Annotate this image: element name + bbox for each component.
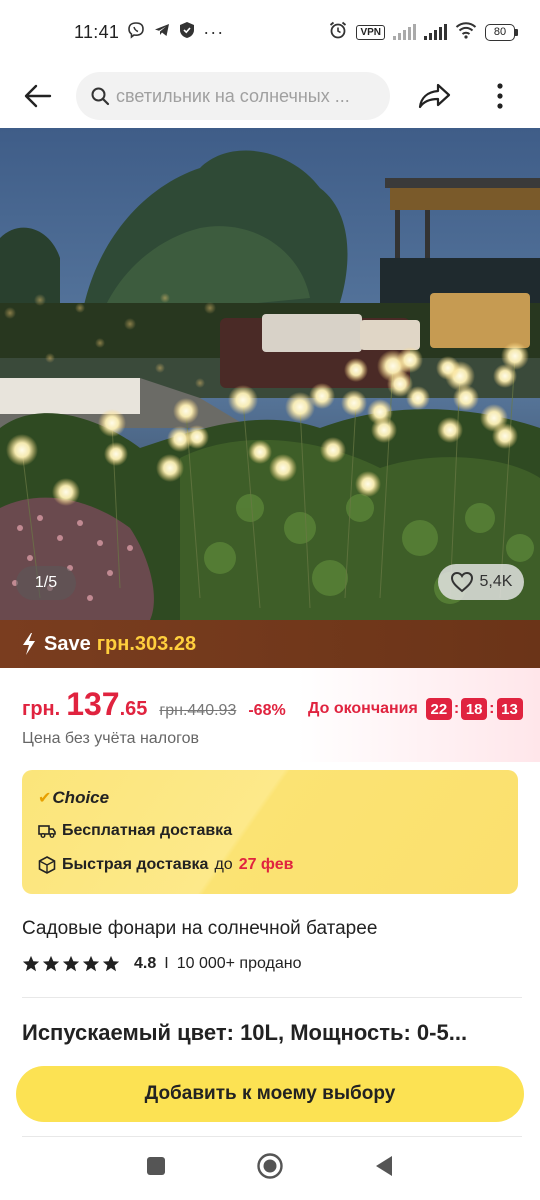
share-icon [418, 83, 451, 109]
countdown-label: До окончания [308, 700, 418, 717]
system-nav-bar [0, 1136, 540, 1200]
wifi-icon [455, 21, 477, 44]
divider [22, 997, 522, 998]
fast-delivery-text: Быстрая доставка [62, 856, 209, 873]
status-left: 11:41 ··· [74, 21, 224, 43]
add-to-choice-button[interactable]: Добавить к моему выбору [16, 1066, 524, 1122]
system-back-button[interactable] [373, 1154, 395, 1183]
rating-separator: I [164, 955, 169, 972]
alarm-icon [328, 20, 348, 45]
star-icon [62, 955, 80, 972]
save-label: Save [44, 632, 91, 655]
status-right: VPN 80 [328, 20, 518, 45]
tax-note: Цена без учёта налогов [22, 730, 199, 747]
sold-count: 10 000+ продано [176, 955, 302, 972]
countdown-hours: 22 [425, 698, 452, 720]
product-image-carousel[interactable]: 1/5 5,4K [0, 128, 540, 620]
star-icon [42, 955, 60, 972]
shield-icon [179, 21, 195, 43]
recents-button[interactable] [145, 1155, 167, 1182]
choice-title: ✔ Choice [38, 788, 109, 808]
kebab-menu-icon [497, 83, 503, 109]
save-amount: грн.303.28 [96, 632, 197, 655]
signal-1-icon [393, 24, 416, 40]
signal-2-icon [424, 24, 447, 40]
battery-icon: 80 [485, 23, 518, 41]
price-section: грн. 137 .65 грн.440.93 -68% До окончани… [0, 668, 540, 762]
search-placeholder: светильник на солнечных ... [116, 85, 350, 106]
telegram-icon [153, 21, 171, 43]
star-icon [82, 955, 100, 972]
arrow-left-icon [24, 84, 52, 108]
image-page-indicator: 1/5 [16, 566, 76, 600]
price-main: 137 [66, 686, 120, 722]
star-icon [22, 955, 40, 972]
likes-count: 5,4K [479, 573, 513, 590]
price-line: грн. 137 .65 грн.440.93 -68% [22, 686, 286, 723]
status-bar: 11:41 ··· VPN 80 [0, 0, 540, 64]
more-dots-icon: ··· [203, 21, 225, 42]
countdown-seconds: 13 [496, 698, 523, 720]
truck-icon [38, 825, 56, 838]
home-button[interactable] [256, 1152, 284, 1185]
viber-icon [127, 21, 145, 43]
rating-row[interactable]: 4.8 I 10 000+ продано [22, 955, 302, 973]
product-photo [0, 128, 540, 620]
old-price: грн.440.93 [159, 702, 237, 719]
choice-label: Choice [52, 788, 110, 807]
fast-delivery-mid: до [214, 856, 233, 873]
star-icon [102, 955, 120, 972]
discount-badge: -68% [248, 702, 286, 719]
check-icon: ✔ [38, 790, 52, 807]
fast-delivery-date: 27 фев [238, 856, 294, 873]
save-banner: Save грн.303.28 [0, 620, 540, 668]
circle-icon [257, 1152, 283, 1179]
rating-value: 4.8 [134, 955, 157, 972]
back-button[interactable] [0, 64, 76, 128]
share-button[interactable] [390, 64, 480, 128]
wishlist-button[interactable]: 5,4K [438, 564, 524, 600]
free-shipping-row: Бесплатная доставка [38, 822, 232, 840]
countdown-timer: До окончания 22 : 18 : 13 [308, 698, 523, 720]
flash-icon [23, 633, 35, 655]
heart-icon [450, 571, 473, 593]
price-currency: грн. [22, 698, 61, 720]
fast-delivery-row: Быстрая доставка до 27 фев [38, 856, 293, 874]
triangle-back-icon [376, 1155, 393, 1176]
more-options-button[interactable] [480, 64, 520, 128]
status-time: 11:41 [74, 21, 120, 42]
countdown-minutes: 18 [461, 698, 488, 720]
search-input[interactable]: светильник на солнечных ... [76, 72, 390, 120]
battery-level: 80 [485, 23, 515, 41]
free-shipping-text: Бесплатная доставка [62, 822, 233, 839]
rating-stars [22, 955, 120, 973]
choice-card[interactable]: ✔ Choice Бесплатная доставка Быстрая дос… [22, 770, 518, 894]
price-decimals: .65 [119, 698, 148, 720]
box-icon [38, 856, 56, 874]
top-nav: светильник на солнечных ... [0, 64, 540, 128]
product-title[interactable]: Садовые фонари на солнечной батарее [22, 918, 377, 940]
search-icon [91, 87, 110, 106]
variant-selector[interactable]: Испускаемый цвет: 10L, Мощность: 0-5... [22, 1020, 522, 1046]
vpn-badge: VPN [356, 24, 385, 40]
square-icon [146, 1156, 165, 1175]
